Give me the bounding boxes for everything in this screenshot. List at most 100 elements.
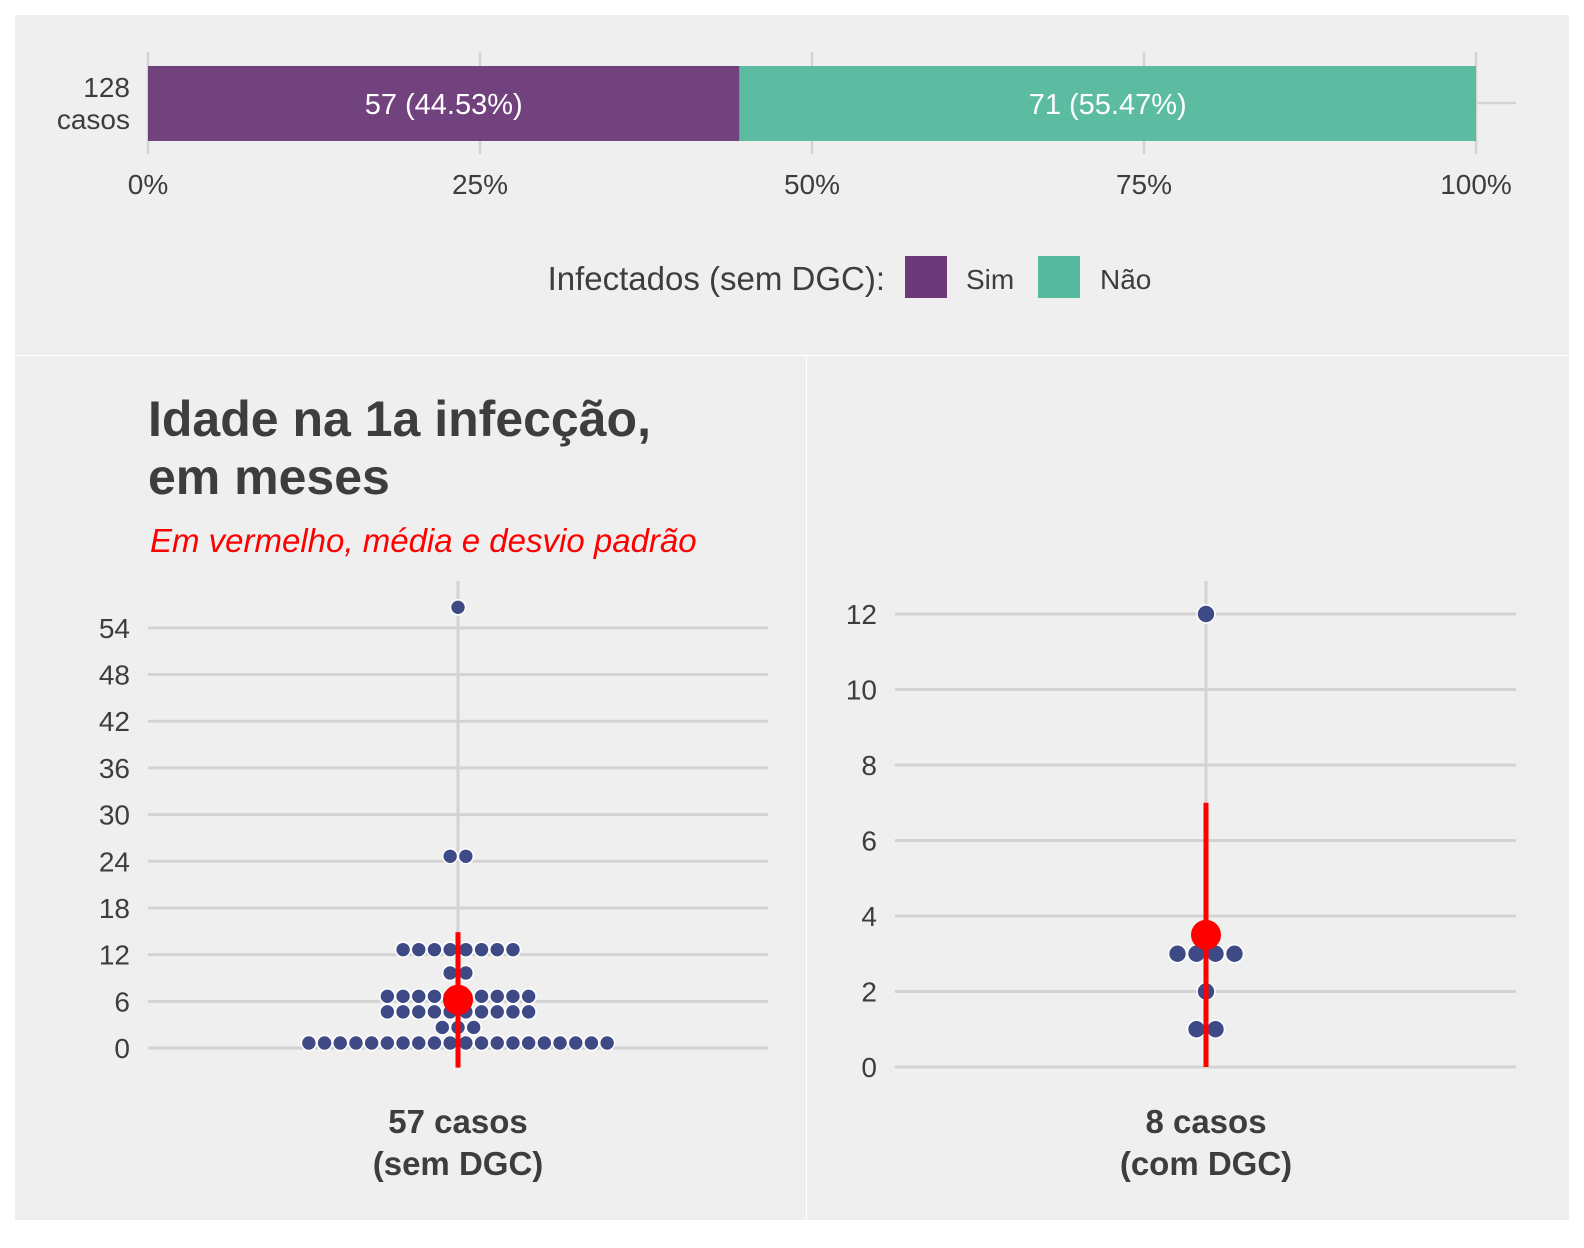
x-axis-label-line: (com DGC) [1120,1145,1292,1182]
data-point [331,1034,349,1052]
y-tick-label: 10 [846,675,877,706]
data-point [433,1019,451,1036]
data-point [394,941,412,958]
data-point [410,1003,428,1021]
dotplot-panel-sem-dgc: Idade na 1a infecção, em meses Em vermel… [15,356,806,1220]
bar-x-tick-label: 0% [128,169,168,200]
data-point [394,1003,412,1021]
legend-key-sim [905,256,947,298]
x-axis-label-line: 57 casos [388,1103,527,1140]
y-tick-label: 0 [114,1033,130,1064]
chart-subtitle: Em vermelho, média e desvio padrão [150,522,697,559]
data-point [1167,943,1188,964]
data-point [457,964,475,982]
data-point [457,847,475,865]
data-point [457,941,475,958]
y-tick-label: 54 [99,613,130,644]
mean-point [443,984,473,1015]
y-tick-label: 24 [99,846,130,877]
legend-key-nao [1038,256,1080,298]
data-point [441,964,459,982]
data-point [457,1034,475,1052]
y-tick-label: 30 [99,800,130,831]
bar-x-tick-label: 100% [1440,169,1512,200]
data-point [426,1034,443,1052]
data-point [598,1034,616,1052]
y-tick-label: 42 [99,706,130,737]
mean-point [1191,919,1221,950]
data-point [410,988,428,1005]
data-point [520,1034,537,1052]
y-tick-label: 12 [846,599,877,630]
data-point [520,988,537,1005]
data-point [473,1003,490,1021]
data-point [379,988,396,1005]
legend-label-nao: Não [1100,264,1151,295]
data-point [536,1034,553,1052]
stacked-bar-panel: 57 (44.53%) 71 (55.47%) 128casos 0% 25% 50%… [15,15,1569,355]
y-tick-label: 36 [99,753,130,784]
data-point [1196,604,1216,624]
y-tick-label: 4 [861,901,877,932]
data-point [347,1034,365,1052]
data-point [379,1003,396,1021]
dotplot-panel-right-bg [807,356,1569,1220]
y-tick-label: 48 [99,660,130,691]
data-point [504,1034,522,1052]
data-point [488,1034,506,1052]
dotplot-panel-com-dgc: 0 2 4 6 8 10 12 8 casos (com DGC) [807,356,1569,1220]
y-tick-label: 12 [99,940,130,971]
y-tick-label: 8 [861,750,877,781]
x-axis-label-line: (sem DGC) [373,1145,544,1182]
data-point [379,1034,396,1052]
y-tick-label: 0 [861,1052,877,1083]
data-point [504,1003,522,1021]
bar-category-label-line: casos [57,104,130,135]
data-point [394,1034,412,1052]
data-point [1205,1019,1226,1040]
data-point [426,1003,443,1021]
data-point [473,1034,490,1052]
y-tick-label: 2 [861,977,877,1008]
bar-x-tick-label: 50% [784,169,840,200]
legend-title: Infectados (sem DGC): [548,260,885,297]
data-point [441,1034,459,1052]
data-point [410,1034,428,1052]
data-point [1186,1019,1207,1040]
data-point [410,941,428,958]
data-point [551,1034,569,1052]
y-tick-label: 18 [99,893,130,924]
data-point [504,988,522,1005]
bar-segment-label: 71 (55.47%) [1029,89,1187,121]
bar-x-tick-label: 75% [1116,169,1172,200]
bar-category-label-line: 128 [83,72,130,103]
data-point [426,941,443,958]
data-point [426,988,443,1005]
x-axis-label-line: 8 casos [1145,1103,1266,1140]
data-point [504,941,522,958]
legend: Infectados (sem DGC): Sim Não [548,256,1151,298]
data-point [1224,943,1245,964]
data-point [473,941,490,958]
legend-label-sim: Sim [966,264,1014,295]
chart-title-line-1: Idade na 1a infecção, [148,391,651,447]
data-point [488,941,506,958]
data-point [363,1034,380,1052]
bar-segments: 57 (44.53%) 71 (55.47%) [148,66,1476,141]
data-point [441,847,459,865]
data-point [488,988,506,1005]
chart-title-line-2: em meses [148,449,390,505]
y-tick-label: 6 [861,826,877,857]
data-point [300,1034,318,1052]
data-point [316,1034,333,1052]
data-point [520,1003,537,1021]
bar-x-tick-label: 25% [452,169,508,200]
data-point [583,1034,600,1052]
dotplot-panel-left-bg [15,356,806,1220]
data-point [567,1034,585,1052]
data-point [441,941,459,958]
y-tick-label: 6 [114,986,130,1017]
data-point [465,1019,483,1036]
data-point [449,599,467,616]
bar-segment-label: 57 (44.53%) [365,89,523,121]
